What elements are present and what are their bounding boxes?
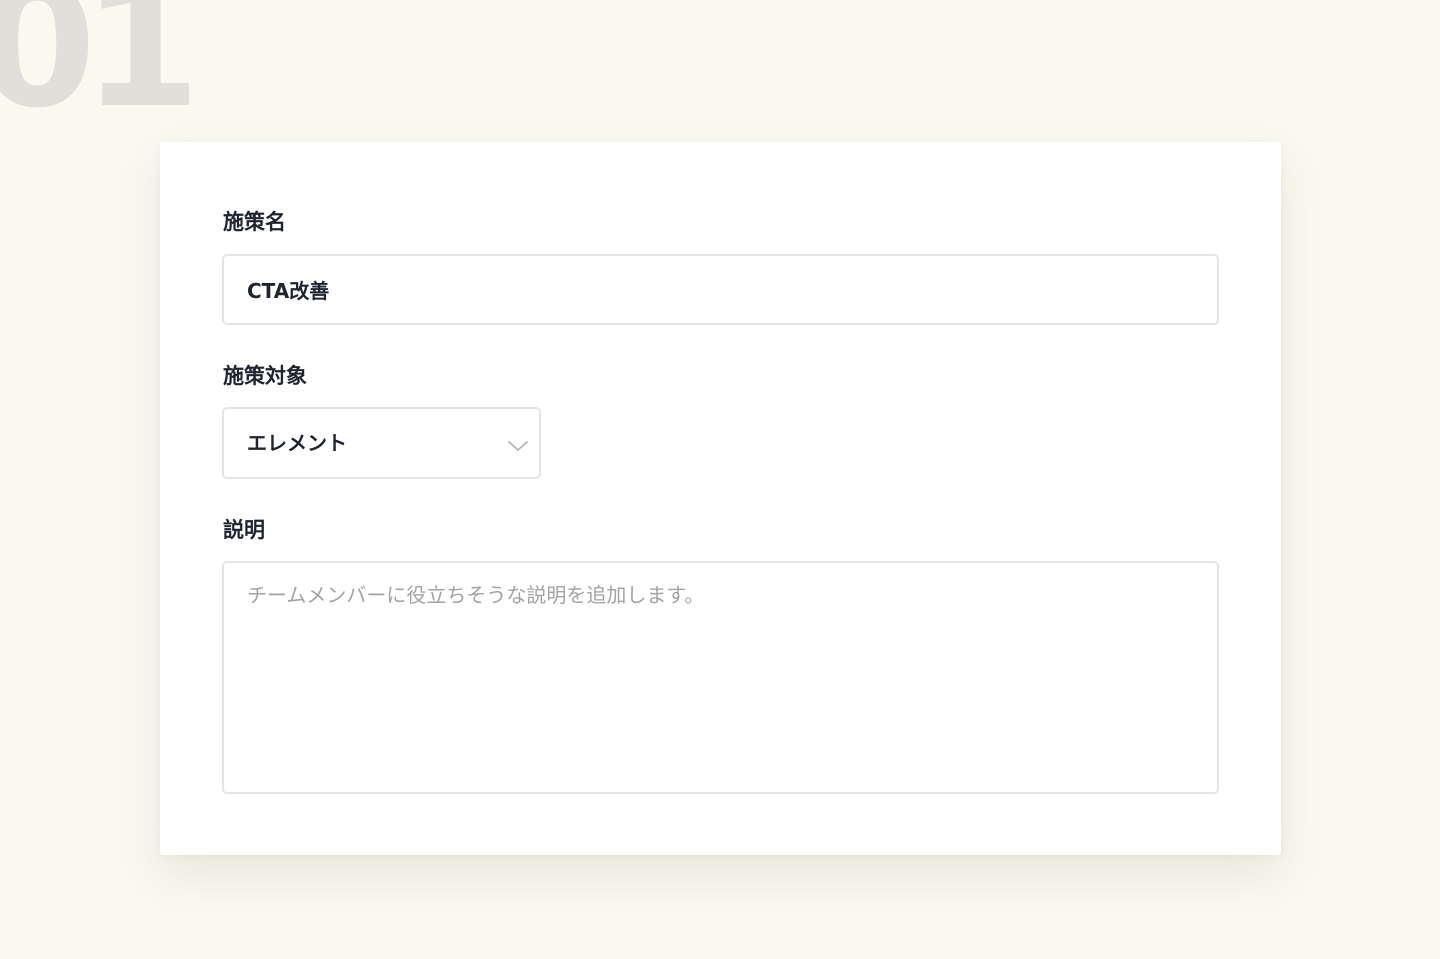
name-input[interactable]: [222, 254, 1219, 325]
name-label: 施策名: [223, 210, 286, 234]
target-select-value: エレメント: [247, 431, 347, 455]
form-card: 施策名 施策対象 エレメント 説明: [160, 142, 1281, 855]
description-label: 説明: [223, 518, 265, 542]
step-number: 01: [0, 0, 201, 146]
target-select[interactable]: エレメント: [222, 407, 541, 479]
chevron-down-icon: [508, 441, 528, 451]
description-textarea[interactable]: [222, 561, 1219, 794]
target-label: 施策対象: [223, 364, 307, 388]
